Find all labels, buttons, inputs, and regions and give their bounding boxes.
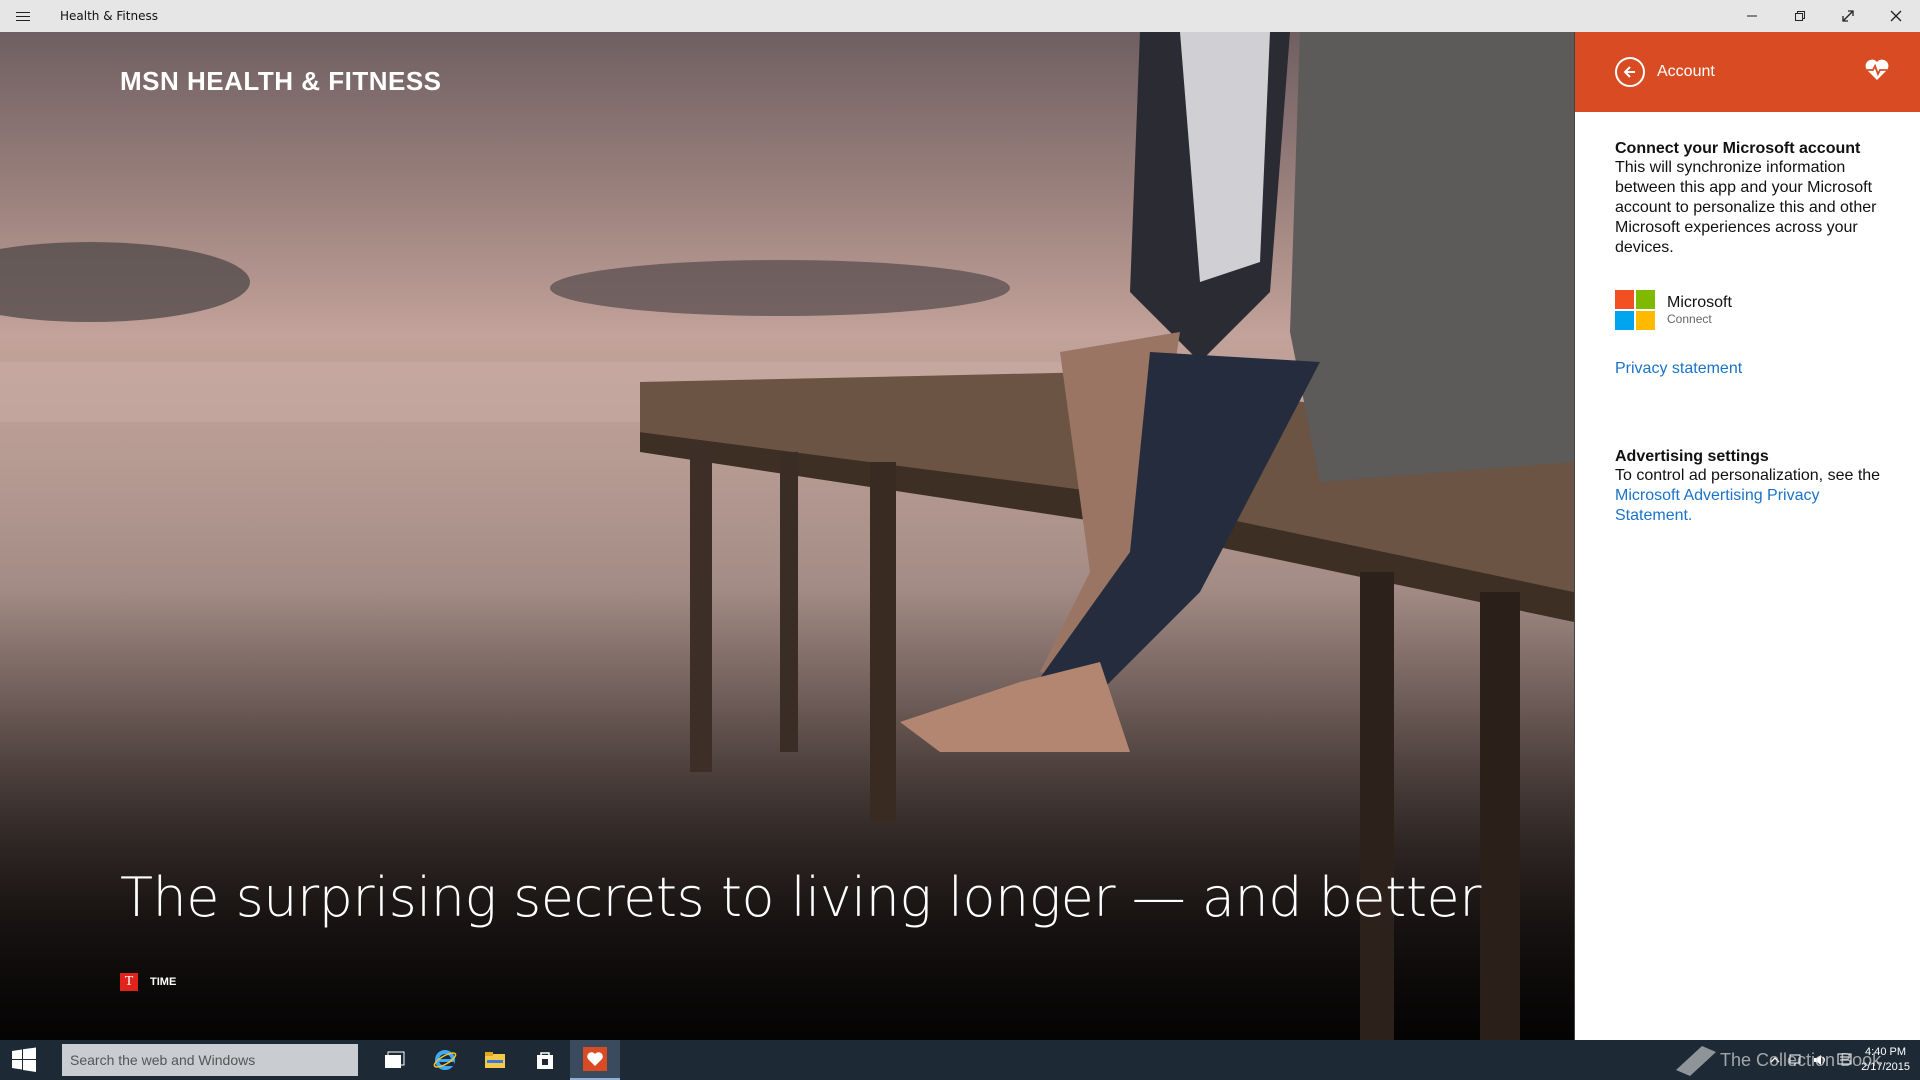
fullscreen-button[interactable] bbox=[1824, 0, 1872, 32]
start-button[interactable] bbox=[0, 1040, 48, 1080]
minimize-icon bbox=[1747, 15, 1757, 17]
folder-icon bbox=[485, 1052, 505, 1068]
pane-title: Account bbox=[1657, 63, 1715, 80]
microsoft-connect-button[interactable]: Microsoft Connect bbox=[1615, 290, 1900, 330]
expand-icon bbox=[1842, 10, 1854, 22]
back-button[interactable] bbox=[1615, 57, 1645, 87]
advertising-section: Advertising settings To control ad perso… bbox=[1615, 448, 1900, 526]
connect-heading: Connect your Microsoft account bbox=[1615, 140, 1861, 157]
taskbar: Search the web and Windows 4:40 PM 2/17/… bbox=[0, 1040, 1920, 1080]
story-source: T TIME bbox=[120, 973, 176, 991]
internet-explorer-icon bbox=[433, 1050, 457, 1070]
arrow-left-icon bbox=[1623, 66, 1635, 78]
advertising-description: To control ad personalization, see the bbox=[1615, 467, 1881, 484]
internet-explorer-button[interactable] bbox=[420, 1040, 470, 1080]
account-pane: Account Connect your Microsoft account T… bbox=[1574, 32, 1920, 1040]
window-title: Health & Fitness bbox=[60, 9, 158, 23]
watermark: The Collection Book bbox=[1672, 1040, 1881, 1080]
book-icon bbox=[1676, 1046, 1716, 1076]
store-button[interactable] bbox=[520, 1040, 570, 1080]
story-headline[interactable]: The surprising secrets to living longer … bbox=[120, 866, 1481, 929]
store-bag-icon bbox=[537, 1052, 553, 1069]
hamburger-menu-icon[interactable] bbox=[0, 0, 46, 32]
privacy-statement-link[interactable]: Privacy statement bbox=[1615, 360, 1900, 378]
restore-icon bbox=[1795, 11, 1805, 21]
task-view-button[interactable] bbox=[370, 1040, 420, 1080]
file-explorer-button[interactable] bbox=[470, 1040, 520, 1080]
hero-story[interactable]: MSN HEALTH & FITNESS The surprising secr… bbox=[0, 32, 1574, 1040]
connect-description: This will synchronize information betwee… bbox=[1615, 159, 1877, 256]
app-brand: MSN HEALTH & FITNESS bbox=[120, 66, 442, 96]
account-pane-header: Account bbox=[1575, 32, 1920, 112]
watermark-text: The Collection Book bbox=[1720, 1049, 1882, 1070]
restore-button[interactable] bbox=[1776, 0, 1824, 32]
window-controls bbox=[1728, 0, 1920, 32]
health-fitness-app-button[interactable] bbox=[570, 1040, 620, 1080]
title-bar: Health & Fitness bbox=[0, 0, 1920, 32]
close-button[interactable] bbox=[1872, 0, 1920, 32]
search-box[interactable]: Search the web and Windows bbox=[62, 1044, 358, 1076]
task-view-icon bbox=[385, 1051, 405, 1068]
microsoft-logo-icon bbox=[1615, 290, 1655, 330]
health-fitness-icon bbox=[583, 1047, 607, 1071]
heart-pulse-icon bbox=[1865, 59, 1889, 80]
account-pane-body: Connect your Microsoft account This will… bbox=[1575, 112, 1920, 526]
time-logo-icon: T bbox=[120, 973, 138, 991]
advertising-heading: Advertising settings bbox=[1615, 448, 1769, 465]
advertising-privacy-link[interactable]: Microsoft Advertising Privacy Statement. bbox=[1615, 486, 1900, 526]
minimize-button[interactable] bbox=[1728, 0, 1776, 32]
close-icon bbox=[1890, 10, 1902, 22]
microsoft-label: Microsoft bbox=[1667, 294, 1732, 311]
connect-label: Connect bbox=[1667, 312, 1712, 326]
source-name: TIME bbox=[150, 976, 177, 988]
windows-logo-icon bbox=[12, 1047, 36, 1072]
